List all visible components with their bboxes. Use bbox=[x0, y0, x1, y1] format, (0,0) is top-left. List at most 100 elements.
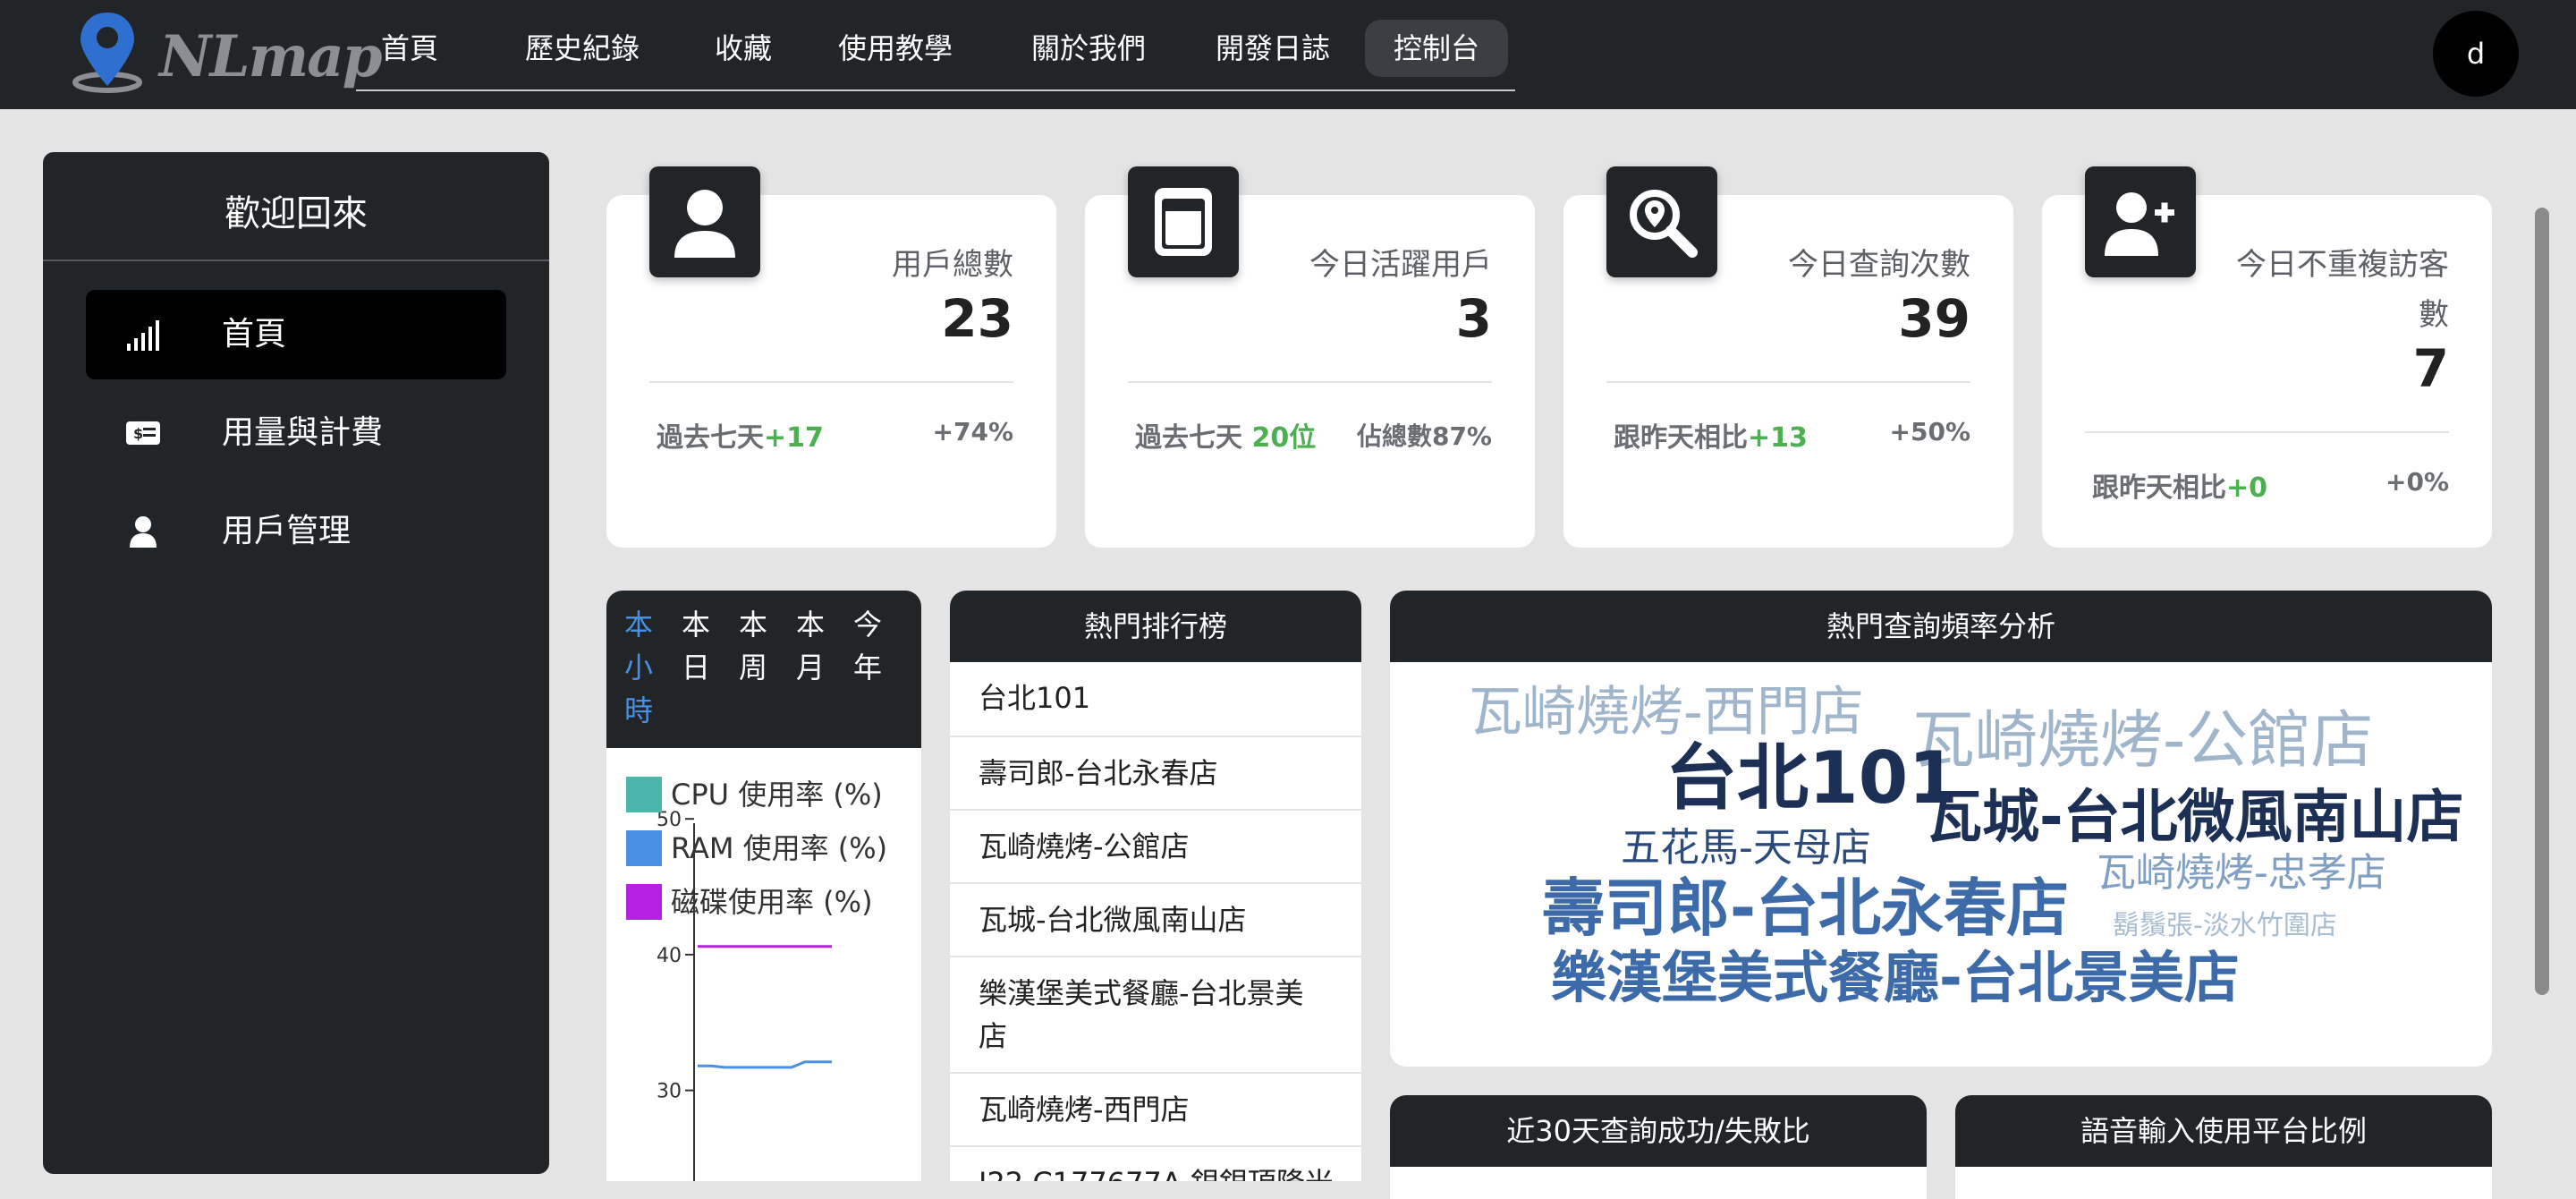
user-avatar[interactable]: d bbox=[2433, 11, 2519, 97]
card-label: 今日不重複訪客數 bbox=[2236, 247, 2449, 333]
card-footer-delta: +0 bbox=[2226, 472, 2268, 504]
wordcloud-word[interactable]: 瓦崎燒烤-西門店 bbox=[1469, 685, 1864, 739]
ranking-panel: 熱門排行榜 台北101 壽司郎-台北永春店 瓦崎燒烤-公館店 瓦城-台北微風南山… bbox=[950, 591, 1361, 1181]
card-value: 39 bbox=[1898, 288, 1970, 349]
chart-y-tick-label: 40 bbox=[657, 945, 682, 967]
card-icon-box bbox=[1128, 166, 1239, 277]
card-footer-prefix: 跟昨天相比 bbox=[1614, 422, 1748, 454]
card-footer-prefix: 過去七天 bbox=[657, 422, 764, 454]
nav-item-history[interactable]: 歷史紀錄 bbox=[515, 20, 649, 77]
nav-item-home[interactable]: 首頁 bbox=[376, 20, 444, 77]
chart-y-tick-label: 30 bbox=[657, 1081, 682, 1103]
ranking-item[interactable]: 壽司郎-台北永春店 bbox=[950, 736, 1361, 809]
sidebar-item-home[interactable]: 首頁 bbox=[86, 290, 506, 379]
tablet-icon bbox=[1155, 188, 1212, 256]
main-nav: 首頁 歷史紀錄 收藏 使用教學 關於我們 開發日誌 控制台 bbox=[356, 16, 1515, 91]
user-icon bbox=[674, 190, 735, 258]
card-footer-left: 跟昨天相比+0 bbox=[2092, 465, 2267, 505]
wordcloud-word[interactable]: 壽司郎-台北永春店 bbox=[1542, 877, 2069, 940]
ranking-item[interactable]: 瓦崎燒烤-公館店 bbox=[950, 809, 1361, 882]
card-footer-delta: 20位 bbox=[1251, 422, 1317, 454]
resource-usage-panel: 本小時 本日 本周 本月 今年 50 40 30 CPU 使用率 (%) RAM 使… bbox=[606, 591, 921, 1181]
card-divider bbox=[1606, 381, 1970, 383]
nav-item-tutorial[interactable]: 使用教學 bbox=[828, 20, 962, 77]
voice-platform-title: 語音輸入使用平台比例 bbox=[1955, 1095, 2492, 1167]
card-value: 3 bbox=[1455, 288, 1492, 349]
wordcloud-title: 熱門查詢頻率分析 bbox=[1390, 591, 2492, 662]
ranking-item[interactable]: 瓦崎燒烤-西門店 bbox=[950, 1072, 1361, 1145]
card-label: 今日查詢次數 bbox=[1788, 247, 1970, 283]
card-footer-prefix: 過去七天 bbox=[1135, 422, 1252, 454]
card-value: 23 bbox=[941, 288, 1013, 349]
card-footer-prefix: 跟昨天相比 bbox=[2092, 472, 2226, 504]
stat-card-unique-visitors: 今日不重複訪客數 7 跟昨天相比+0 +0% bbox=[2042, 166, 2492, 548]
user-plus-icon bbox=[2105, 192, 2174, 256]
card-footer-left: 過去七天 20位 bbox=[1135, 415, 1316, 455]
card-divider bbox=[1128, 381, 1492, 383]
map-pin-logo-icon bbox=[72, 13, 142, 93]
nav-item-about[interactable]: 關於我們 bbox=[1021, 20, 1156, 77]
card-footer-right: +0% bbox=[2385, 467, 2449, 497]
chart-series-line bbox=[698, 1060, 832, 1069]
ranking-item[interactable]: I22 C177677A 銀銀頂隆米 bbox=[950, 1145, 1361, 1181]
success-ratio-title: 近30天查詢成功/失敗比 bbox=[1390, 1095, 1927, 1167]
svg-text:$: $ bbox=[133, 425, 143, 442]
card-icon-box bbox=[2085, 166, 2196, 277]
logo-text: NLmap bbox=[159, 23, 382, 90]
card-footer-delta: +13 bbox=[1748, 422, 1808, 454]
wordcloud-word[interactable]: 鬍鬚張-淡水竹圍店 bbox=[2113, 913, 2337, 940]
ranking-title: 熱門排行榜 bbox=[950, 591, 1361, 662]
nav-item-console[interactable]: 控制台 bbox=[1365, 20, 1508, 77]
ranking-item[interactable]: 樂漢堡美式餐廳-台北景美店 bbox=[950, 956, 1361, 1072]
nav-item-devlog[interactable]: 開發日誌 bbox=[1206, 20, 1340, 77]
nav-item-favorites[interactable]: 收藏 bbox=[703, 20, 784, 77]
legend-label: CPU 使用率 (%) bbox=[671, 778, 883, 812]
sidebar-divider bbox=[43, 259, 549, 261]
sidebar-item-billing[interactable]: $ 用量與計費 bbox=[86, 388, 506, 478]
wordcloud-word[interactable]: 瓦崎燒烤-公館店 bbox=[1912, 709, 2373, 771]
user-icon bbox=[130, 516, 157, 548]
card-footer-right: +74% bbox=[932, 417, 1013, 446]
wordcloud-word[interactable]: 台北101 bbox=[1665, 743, 1958, 814]
scrollbar-thumb[interactable] bbox=[2535, 208, 2549, 995]
wordcloud-word[interactable]: 瓦崎燒烤-忠孝店 bbox=[2097, 854, 2386, 893]
legend-swatch bbox=[626, 830, 662, 866]
sidebar-item-label: 用量與計費 bbox=[222, 414, 384, 451]
card-label: 用戶總數 bbox=[892, 247, 1013, 283]
sidebar-item-label: 首頁 bbox=[222, 316, 287, 353]
voice-platform-panel: 語音輸入使用平台比例 bbox=[1955, 1095, 2492, 1199]
top-navbar: NLmap 首頁 歷史紀錄 收藏 使用教學 關於我們 開發日誌 控制台 d bbox=[0, 0, 2576, 109]
card-value: 7 bbox=[2412, 338, 2449, 399]
page-scrollbar[interactable] bbox=[2529, 109, 2560, 1199]
ranking-item[interactable]: 台北101 bbox=[950, 662, 1361, 736]
sidebar-item-label: 用戶管理 bbox=[222, 513, 352, 549]
card-footer-right: +50% bbox=[1889, 417, 1970, 446]
sidebar-item-users[interactable]: 用戶管理 bbox=[86, 487, 506, 576]
card-footer-left: 過去七天+17 bbox=[657, 415, 824, 455]
legend-label: RAM 使用率 (%) bbox=[671, 831, 888, 865]
wordcloud-word[interactable]: 瓦城-台北微風南山店 bbox=[1925, 789, 2464, 846]
card-footer-delta: +17 bbox=[764, 422, 824, 454]
nlmap-logo[interactable]: NLmap bbox=[70, 9, 382, 94]
card-icon-box bbox=[1606, 166, 1717, 277]
success-ratio-panel: 近30天查詢成功/失敗比 bbox=[1390, 1095, 1927, 1199]
sidebar-title: 歡迎回來 bbox=[225, 193, 368, 234]
card-footer-left: 跟昨天相比+13 bbox=[1614, 415, 1808, 455]
stat-card-active-users: 今日活躍用戶 3 過去七天 20位 佔總數87% bbox=[1085, 166, 1535, 548]
wordcloud-word[interactable]: 五花馬-天母店 bbox=[1621, 829, 1871, 868]
stat-card-queries-today: 今日查詢次數 39 跟昨天相比+13 +50% bbox=[1563, 166, 2013, 548]
ranking-item[interactable]: 瓦城-台北微風南山店 bbox=[950, 882, 1361, 956]
legend-swatch bbox=[626, 777, 662, 812]
card-divider bbox=[649, 381, 1013, 383]
legend-swatch bbox=[626, 884, 662, 920]
stat-card-total-users: 用戶總數 23 過去七天+17 +74% bbox=[606, 166, 1056, 548]
wordcloud-word[interactable]: 樂漢堡美式餐廳-台北景美店 bbox=[1551, 950, 2240, 1006]
billing-icon: $ bbox=[126, 421, 160, 445]
sidebar: 歡迎回來 首頁 $ 用量與計費 用戶管理 bbox=[43, 152, 549, 1174]
legend-label: 磁碟使用率 (%) bbox=[671, 885, 873, 919]
card-divider bbox=[2085, 431, 2449, 433]
card-icon-box bbox=[649, 166, 760, 277]
card-label: 今日活躍用戶 bbox=[1309, 247, 1492, 283]
search-location-icon bbox=[1630, 190, 1698, 258]
card-footer-right: 佔總數87% bbox=[1356, 421, 1492, 451]
